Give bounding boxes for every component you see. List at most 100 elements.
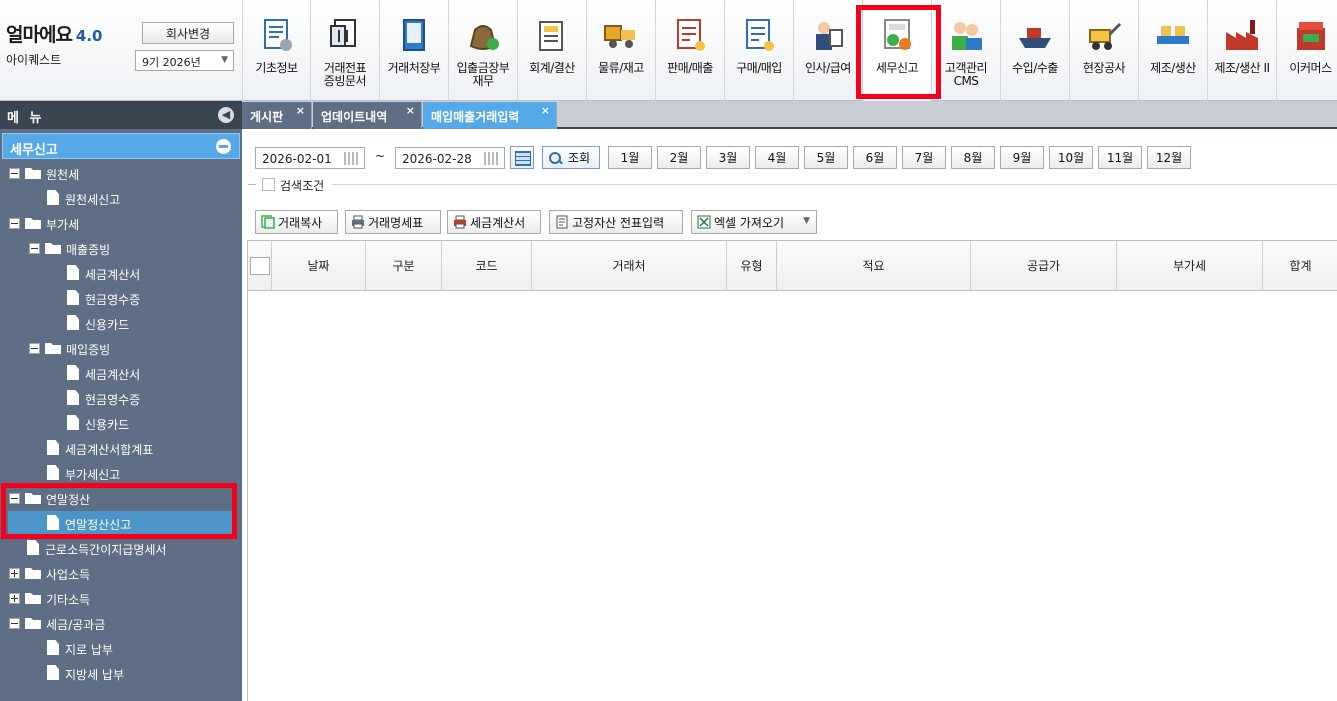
tree-item-14[interactable]: 연말정산신고 bbox=[0, 511, 242, 536]
grid-column-header[interactable]: 유형 bbox=[727, 241, 777, 291]
period-select[interactable]: 9기 2026년 ▼ bbox=[135, 50, 234, 71]
tree-item-6[interactable]: 신용카드 bbox=[0, 311, 242, 336]
close-icon[interactable]: × bbox=[296, 104, 305, 117]
tree-item-17[interactable]: 기타소득 bbox=[0, 586, 242, 611]
tab-2[interactable]: 매입매출거래입력 × bbox=[423, 102, 557, 129]
module-voucher[interactable]: 거래전표 증빙문서 bbox=[310, 0, 379, 101]
action-excel-button[interactable]: 엑셀 가져오기 ▼ bbox=[691, 210, 817, 234]
tab-0[interactable]: 게시판 × bbox=[242, 102, 312, 129]
collapse-icon[interactable] bbox=[9, 493, 20, 504]
expand-icon[interactable] bbox=[9, 593, 20, 604]
module-label: 회계/결산 bbox=[529, 61, 575, 75]
collapse-icon[interactable] bbox=[9, 618, 20, 629]
tree-item-label: 현금영수증 bbox=[85, 393, 141, 407]
tree-item-16[interactable]: 사업소득 bbox=[0, 561, 242, 586]
search-button[interactable]: 조회 bbox=[542, 146, 600, 169]
tree-item-12[interactable]: 부가세신고 bbox=[0, 461, 242, 486]
module-tax-report[interactable]: 세무신고 bbox=[862, 0, 931, 101]
month-button-5[interactable]: 5월 bbox=[804, 146, 848, 169]
module-manufacture[interactable]: 제조/생산 bbox=[1138, 0, 1207, 101]
tree-item-0[interactable]: 원천세 bbox=[0, 161, 242, 186]
tree-item-18[interactable]: 세금/공과금 bbox=[0, 611, 242, 636]
month-button-6[interactable]: 6월 bbox=[853, 146, 897, 169]
tree-item-9[interactable]: 현금영수증 bbox=[0, 386, 242, 411]
select-all-checkbox[interactable] bbox=[250, 257, 270, 275]
collapse-icon[interactable] bbox=[29, 343, 40, 354]
tree-item-5[interactable]: 현금영수증 bbox=[0, 286, 242, 311]
collapse-sidebar-icon[interactable]: ◀ bbox=[218, 107, 234, 123]
module-ship[interactable]: 수입/수출 bbox=[1000, 0, 1069, 101]
calendar-grid-icon[interactable] bbox=[344, 152, 360, 165]
grid-column-header[interactable]: 부가세 bbox=[1117, 241, 1263, 291]
collapse-section-icon[interactable] bbox=[216, 139, 231, 154]
grid-column-header[interactable]: 날짜 bbox=[272, 241, 366, 291]
tree-item-13[interactable]: 연말정산 bbox=[0, 486, 242, 511]
grid-column-header[interactable]: 적요 bbox=[777, 241, 971, 291]
tree-item-7[interactable]: 매입증빙 bbox=[0, 336, 242, 361]
search-condition-checkbox[interactable] bbox=[262, 178, 275, 191]
grid-column-header[interactable]: 코드 bbox=[442, 241, 532, 291]
top-toolbar: 얼마에요 4.0 아이퀘스트 회사변경 9기 2026년 ▼ 기초정보 거래전표 증빙… bbox=[0, 0, 1337, 101]
month-button-10[interactable]: 10월 bbox=[1049, 146, 1093, 169]
action-document-button[interactable]: 고정자산 전표입력 bbox=[549, 210, 683, 234]
module-construction[interactable]: 현장공사 bbox=[1069, 0, 1138, 101]
month-button-8[interactable]: 8월 bbox=[951, 146, 995, 169]
month-button-11[interactable]: 11월 bbox=[1098, 146, 1142, 169]
grid-column-header[interactable]: 구분 bbox=[366, 241, 442, 291]
month-button-12[interactable]: 12월 bbox=[1147, 146, 1191, 169]
collapse-icon[interactable] bbox=[29, 243, 40, 254]
collapse-icon[interactable] bbox=[9, 168, 20, 179]
tree-item-11[interactable]: 세금계산서합계표 bbox=[0, 436, 242, 461]
tree-item-2[interactable]: 부가세 bbox=[0, 211, 242, 236]
grid-column-header[interactable]: 공급가 bbox=[971, 241, 1117, 291]
module-hr-payroll[interactable]: 인사/급여 bbox=[793, 0, 862, 101]
action-printer-red-button[interactable]: 세금계산서 bbox=[447, 210, 541, 234]
module-factory[interactable]: 제조/생산 II bbox=[1207, 0, 1276, 101]
module-ecommerce[interactable]: 이커머스 bbox=[1276, 0, 1337, 101]
change-company-button[interactable]: 회사변경 bbox=[142, 22, 234, 44]
section-header-tax-report[interactable]: 세무신고 bbox=[2, 133, 240, 159]
tree-item-3[interactable]: 매출증빙 bbox=[0, 236, 242, 261]
document-icon bbox=[67, 390, 79, 405]
module-ledger-book[interactable]: 거래처장부 bbox=[379, 0, 448, 101]
module-customer-cms[interactable]: 고객관리 CMS bbox=[931, 0, 1000, 101]
month-button-4[interactable]: 4월 bbox=[755, 146, 799, 169]
month-button-7[interactable]: 7월 bbox=[902, 146, 946, 169]
tree-item-20[interactable]: 지방세 납부 bbox=[0, 661, 242, 686]
tree-item-8[interactable]: 세금계산서 bbox=[0, 361, 242, 386]
collapse-icon[interactable] bbox=[9, 218, 20, 229]
document-icon bbox=[555, 215, 569, 229]
module-purchase[interactable]: 구매/매입 bbox=[724, 0, 793, 101]
close-icon[interactable]: × bbox=[541, 104, 550, 117]
grid-column-header[interactable]: 거래처 bbox=[532, 241, 727, 291]
tree-item-4[interactable]: 세금계산서 bbox=[0, 261, 242, 286]
action-label: 거래복사 bbox=[278, 215, 323, 230]
action-copy-button[interactable]: 거래복사 bbox=[255, 210, 338, 234]
month-button-2[interactable]: 2월 bbox=[657, 146, 701, 169]
module-accounting[interactable]: 회계/결산 bbox=[517, 0, 586, 101]
close-icon[interactable]: × bbox=[406, 104, 415, 117]
transaction-grid[interactable]: 날짜 구분 코드 거래처 유형 적요 공급가 부가세 합계 bbox=[247, 240, 1337, 701]
date-from-input[interactable]: 2026-02-01 bbox=[255, 147, 365, 169]
action-printer-button[interactable]: 거래명세표 bbox=[345, 210, 441, 234]
tree-item-19[interactable]: 지로 납부 bbox=[0, 636, 242, 661]
tree-item-1[interactable]: 원천세신고 bbox=[0, 186, 242, 211]
folder-icon bbox=[45, 242, 61, 254]
module-sales[interactable]: 판매/매출 bbox=[655, 0, 724, 101]
month-button-9[interactable]: 9월 bbox=[1000, 146, 1044, 169]
tree-item-15[interactable]: 근로소득간이지급명세서 bbox=[0, 536, 242, 561]
date-to-input[interactable]: 2026-02-28 bbox=[395, 147, 505, 169]
module-basic-info[interactable]: 기초정보 bbox=[242, 0, 310, 101]
grid-column-header[interactable]: 합계 bbox=[1263, 241, 1337, 291]
tree-item-10[interactable]: 신용카드 bbox=[0, 411, 242, 436]
calendar-grid-icon[interactable] bbox=[484, 152, 500, 165]
calendar-button[interactable] bbox=[510, 146, 534, 169]
month-button-3[interactable]: 3월 bbox=[706, 146, 750, 169]
document-icon bbox=[67, 365, 79, 380]
module-logistics[interactable]: 물류/재고 bbox=[586, 0, 655, 101]
expand-icon[interactable] bbox=[9, 568, 20, 579]
module-money-bag[interactable]: 입출금장부 재무 bbox=[448, 0, 517, 101]
tab-1[interactable]: 업데이트내역 × bbox=[313, 102, 422, 129]
grid-select-all[interactable] bbox=[248, 241, 272, 291]
month-button-1[interactable]: 1월 bbox=[608, 146, 652, 169]
